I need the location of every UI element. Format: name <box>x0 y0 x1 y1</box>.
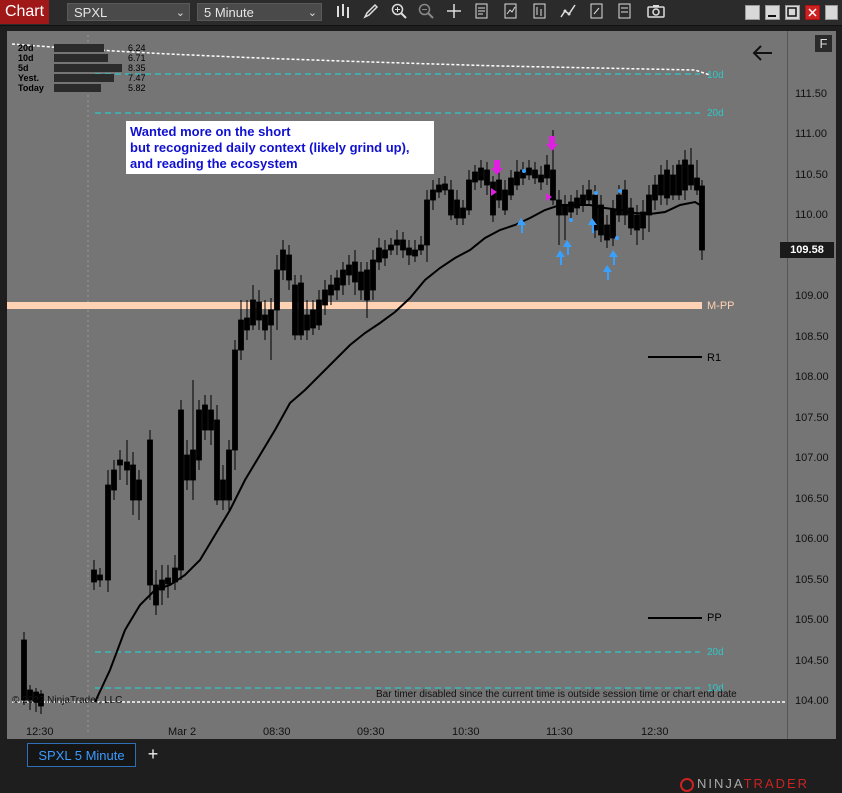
range-label: 5d <box>18 63 29 73</box>
time-tick-label: 12:30 <box>641 726 669 738</box>
range-panel: 20d 6.24 10d 6.71 5d 8.35 Yest. 7.47 Tod… <box>18 43 153 93</box>
indicators-icon[interactable] <box>530 3 550 21</box>
price-tick-label: 106.00 <box>795 533 829 545</box>
chevron-down-icon: ⌄ <box>307 7 317 19</box>
range-value: 7.47 <box>128 73 146 83</box>
price-tick-label: 108.00 <box>795 371 829 383</box>
range-value: 8.35 <box>128 63 146 73</box>
range-bar <box>54 44 104 52</box>
range-row-today: Today 5.82 <box>18 83 153 93</box>
current-price-badge: 109.58 <box>780 242 834 258</box>
price-tick-label: 104.00 <box>795 695 829 707</box>
range-bar <box>54 54 108 62</box>
annotation-box[interactable]: Wanted more on the short but recognized … <box>126 121 434 174</box>
annotation-line: and reading the ecosystem <box>130 156 298 171</box>
brand-trader: TRADER <box>743 776 810 791</box>
bars-icon[interactable] <box>334 3 354 21</box>
range-label: Yest. <box>18 73 40 83</box>
range-bar <box>54 64 122 72</box>
copyright-text: © 2022 NinjaTrader, LLC <box>12 695 123 706</box>
price-tick-label: 105.00 <box>795 614 829 626</box>
crosshair-icon[interactable] <box>444 3 464 21</box>
price-tick-label: 108.50 <box>795 331 829 343</box>
properties-icon[interactable] <box>472 3 492 21</box>
price-tick-label: 110.00 <box>795 209 828 221</box>
time-tick-label: 11:30 <box>546 726 573 738</box>
price-tick-label: 111.50 <box>795 88 828 100</box>
range-label: 10d <box>18 53 34 63</box>
instrument-value: SPXL <box>74 5 108 20</box>
price-tick-label: 111.00 <box>795 128 828 140</box>
range-value: 5.82 <box>128 83 146 93</box>
window-menu-icon[interactable] <box>825 5 838 20</box>
chevron-down-icon: ⌄ <box>175 7 185 19</box>
price-tick-label: 110.50 <box>795 169 828 181</box>
range-bar <box>54 74 114 82</box>
strategy-icon[interactable] <box>501 3 521 21</box>
price-tick-label: 107.00 <box>795 452 829 464</box>
price-tick-label: 107.50 <box>795 412 829 424</box>
annotation-line: Wanted more on the short <box>130 124 291 139</box>
brand-ninja: NINJA <box>697 776 744 791</box>
draw-pencil-icon[interactable] <box>361 3 381 21</box>
bar-timer-message: Bar timer disabled since the current tim… <box>376 689 737 700</box>
avg20-bottom-label: 20d <box>707 647 724 658</box>
time-tick-label: Mar 2 <box>168 726 197 738</box>
chart-window-tab[interactable]: Chart <box>0 0 49 24</box>
time-tick-label: 12:30 <box>26 726 54 738</box>
screenshot-icon[interactable] <box>646 3 666 21</box>
range-row-yest: Yest. 7.47 <box>18 73 153 83</box>
avg20-top-label: 20d <box>707 108 724 119</box>
time-tick-label: 10:30 <box>452 726 480 738</box>
range-bar <box>54 84 101 92</box>
range-value: 6.24 <box>128 43 146 53</box>
top-toolbar: Chart SPXL ⌄ 5 Minute ⌄ <box>0 0 842 26</box>
annotation-line: but recognized daily context (likely gri… <box>130 140 410 155</box>
price-tick-label: 106.50 <box>795 493 829 505</box>
ninjatrader-logo: NINJATRADER <box>680 776 809 792</box>
minimize-icon[interactable] <box>765 5 780 20</box>
r1-label: R1 <box>707 352 722 364</box>
zoom-in-icon[interactable] <box>389 3 409 21</box>
timeframe-selector[interactable]: 5 Minute ⌄ <box>197 3 322 21</box>
close-icon[interactable] <box>805 5 820 20</box>
range-label: Today <box>18 83 44 93</box>
window-control-icon[interactable] <box>745 5 760 20</box>
timeframe-value: 5 Minute <box>204 5 254 20</box>
tab-spxl-5-minute[interactable]: SPXL 5 Minute <box>27 743 136 767</box>
range-row-10d: 10d 6.71 <box>18 53 153 63</box>
templates-alt-icon[interactable] <box>615 3 635 21</box>
time-tick-label: 08:30 <box>263 726 291 738</box>
pp-label: PP <box>707 612 722 624</box>
range-value: 6.71 <box>128 53 146 63</box>
range-row-5d: 5d 8.35 <box>18 63 153 73</box>
zoom-out-icon[interactable] <box>416 3 436 21</box>
add-tab-button[interactable]: + <box>144 743 162 765</box>
avg10-top-label: 10d <box>707 70 724 81</box>
mpp-label: M-PP <box>707 300 735 312</box>
price-tick-label: 104.50 <box>795 655 829 667</box>
templates-icon[interactable] <box>587 3 607 21</box>
range-row-20d: 20d 6.24 <box>18 43 153 53</box>
ninja-logo-icon <box>680 777 694 792</box>
maximize-icon[interactable] <box>785 5 800 20</box>
price-tick-label: 109.00 <box>795 290 829 302</box>
range-label: 20d <box>18 43 34 53</box>
time-tick-label: 09:30 <box>357 726 385 738</box>
f-button[interactable]: F <box>815 35 832 52</box>
instrument-selector[interactable]: SPXL ⌄ <box>67 3 190 21</box>
drawing-tools-icon[interactable] <box>558 3 578 21</box>
price-tick-label: 105.50 <box>795 574 829 586</box>
